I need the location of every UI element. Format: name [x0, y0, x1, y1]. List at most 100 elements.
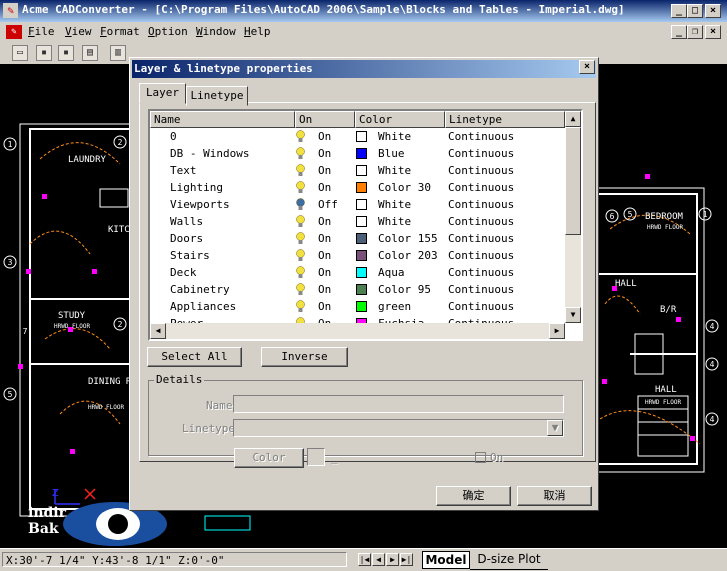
menu-option[interactable]: Option — [148, 25, 188, 38]
menu-format[interactable]: Format — [100, 25, 140, 38]
tab-model[interactable]: Model — [422, 551, 470, 569]
dialog-title: Layer & linetype properties — [132, 60, 596, 78]
table-row[interactable]: Cabinetry On Color 95 Continuous — [150, 281, 565, 298]
layer-linetype: Continuous — [448, 300, 515, 313]
layer-linetype: Continuous — [448, 130, 515, 143]
menu-window[interactable]: Window — [196, 25, 236, 38]
layer-linetype: Continuous — [448, 232, 515, 245]
export-icon[interactable]: ▤ — [82, 45, 98, 61]
table-row[interactable]: Stairs On Color 203 Continuous — [150, 247, 565, 264]
bubble-label: 4 — [710, 415, 715, 424]
layer-color: green — [378, 300, 412, 313]
dialog-close-button[interactable]: × — [579, 60, 595, 74]
scroll-left-icon[interactable]: ◀ — [150, 323, 166, 339]
column-header-name[interactable]: Name — [150, 111, 295, 128]
scroll-right-icon[interactable]: ▶ — [549, 323, 565, 339]
layer-color: Color 30 — [378, 181, 431, 194]
bubble-label: 6 — [610, 212, 615, 221]
floor-label: HRWD FLOOR — [54, 323, 91, 330]
lightbulb-icon[interactable] — [296, 130, 305, 143]
scroll-thumb[interactable] — [565, 127, 581, 235]
table-row[interactable]: Lighting On Color 30 Continuous — [150, 179, 565, 196]
table-row[interactable]: Viewports Off White Continuous — [150, 196, 565, 213]
scroll-up-icon[interactable]: ▲ — [565, 111, 581, 127]
table-row[interactable]: 0 On White Continuous — [150, 128, 565, 145]
menu-help[interactable]: Help — [244, 25, 271, 38]
cancel-button[interactable]: 取消 — [517, 486, 592, 506]
mdi-minimize-button[interactable]: _ — [671, 25, 687, 39]
document-icon[interactable]: ✎ — [6, 25, 22, 39]
table-row[interactable]: Text On White Continuous — [150, 162, 565, 179]
inverse-button[interactable]: Inverse — [261, 347, 348, 367]
color-swatch[interactable] — [356, 250, 367, 261]
column-header-color[interactable]: Color — [355, 111, 445, 128]
tab-linetype[interactable]: Linetype — [186, 86, 248, 106]
close-button[interactable]: × — [705, 4, 721, 18]
chevron-down-icon[interactable]: ▼ — [547, 420, 563, 436]
menu-bar: ✎ File View Format Option Window Help _ … — [0, 22, 727, 42]
menu-file[interactable]: File — [28, 25, 55, 38]
color-swatch[interactable] — [356, 284, 367, 295]
color-swatch[interactable] — [356, 131, 367, 142]
color-swatch[interactable] — [356, 301, 367, 312]
on-checkbox[interactable] — [475, 452, 486, 463]
layer-name: 0 — [170, 130, 177, 143]
name-field[interactable] — [233, 395, 564, 413]
lightbulb-icon[interactable] — [296, 249, 305, 262]
table-row[interactable]: Doors On Color 155 Continuous — [150, 230, 565, 247]
layer-list[interactable]: Name On Color Linetype 0 On White Continuou… — [148, 109, 583, 341]
column-header-linetype[interactable]: Linetype — [445, 111, 565, 128]
lightbulb-icon[interactable] — [296, 232, 305, 245]
mdi-close-button[interactable]: × — [705, 25, 721, 39]
layer-name: Walls — [170, 215, 204, 228]
lightbulb-icon[interactable] — [296, 181, 305, 194]
lightbulb-icon[interactable] — [296, 300, 305, 313]
color-swatch[interactable] — [356, 233, 367, 244]
column-header-on[interactable]: On — [295, 111, 355, 128]
lightbulb-icon[interactable] — [296, 198, 305, 211]
print-icon[interactable]: ▥ — [110, 45, 126, 61]
layer-name: Appliances — [170, 300, 237, 313]
last-tab-icon[interactable]: ▶| — [400, 553, 413, 566]
color-swatch[interactable] — [356, 199, 367, 210]
table-row[interactable]: Deck On Aqua Continuous — [150, 264, 565, 281]
table-row[interactable]: DB - Windows On Blue Continuous — [150, 145, 565, 162]
layer-name: Text — [170, 164, 197, 177]
color-swatch[interactable] — [356, 267, 367, 278]
layer-color: White — [378, 164, 412, 177]
horizontal-scrollbar[interactable]: ◀ ▶ — [150, 323, 565, 339]
minimize-button[interactable]: _ — [671, 4, 687, 18]
table-row[interactable]: Walls On White Continuous — [150, 213, 565, 230]
tab-d-size-plot[interactable]: D-size Plot — [470, 551, 548, 570]
next-tab-icon[interactable]: ▶ — [386, 553, 399, 566]
layer-properties-dialog: Layer & linetype properties × Layer Line… — [129, 57, 599, 511]
layer-linetype: Continuous — [448, 198, 515, 211]
tab-layer[interactable]: Layer — [139, 83, 186, 104]
lightbulb-icon[interactable] — [296, 266, 305, 279]
linetype-select[interactable]: ▼ — [233, 419, 564, 437]
prev-tab-icon[interactable]: ◀ — [372, 553, 385, 566]
color-swatch[interactable] — [356, 165, 367, 176]
open-icon[interactable]: ▭ — [12, 45, 28, 61]
lightbulb-icon[interactable] — [296, 164, 305, 177]
menu-view[interactable]: View — [65, 25, 92, 38]
save-all-icon[interactable]: ▪ — [58, 45, 74, 61]
lightbulb-icon[interactable] — [296, 215, 305, 228]
color-button[interactable]: Color — [234, 448, 304, 468]
color-swatch[interactable] — [356, 216, 367, 227]
lightbulb-icon[interactable] — [296, 147, 305, 160]
color-suffix: _ — [331, 451, 338, 464]
ok-button[interactable]: 确定 — [436, 486, 511, 506]
first-tab-icon[interactable]: |◀ — [358, 553, 371, 566]
app-icon[interactable]: ✎ — [3, 3, 18, 18]
maximize-button[interactable]: □ — [687, 4, 703, 18]
scroll-down-icon[interactable]: ▼ — [565, 307, 581, 323]
table-row[interactable]: Appliances On green Continuous — [150, 298, 565, 315]
lightbulb-icon[interactable] — [296, 283, 305, 296]
select-all-button[interactable]: Select All — [147, 347, 242, 367]
vertical-scrollbar[interactable]: ▲ ▼ — [565, 111, 581, 323]
color-swatch[interactable] — [356, 182, 367, 193]
mdi-restore-button[interactable]: ❐ — [687, 25, 703, 39]
save-icon[interactable]: ▪ — [36, 45, 52, 61]
color-swatch[interactable] — [356, 148, 367, 159]
